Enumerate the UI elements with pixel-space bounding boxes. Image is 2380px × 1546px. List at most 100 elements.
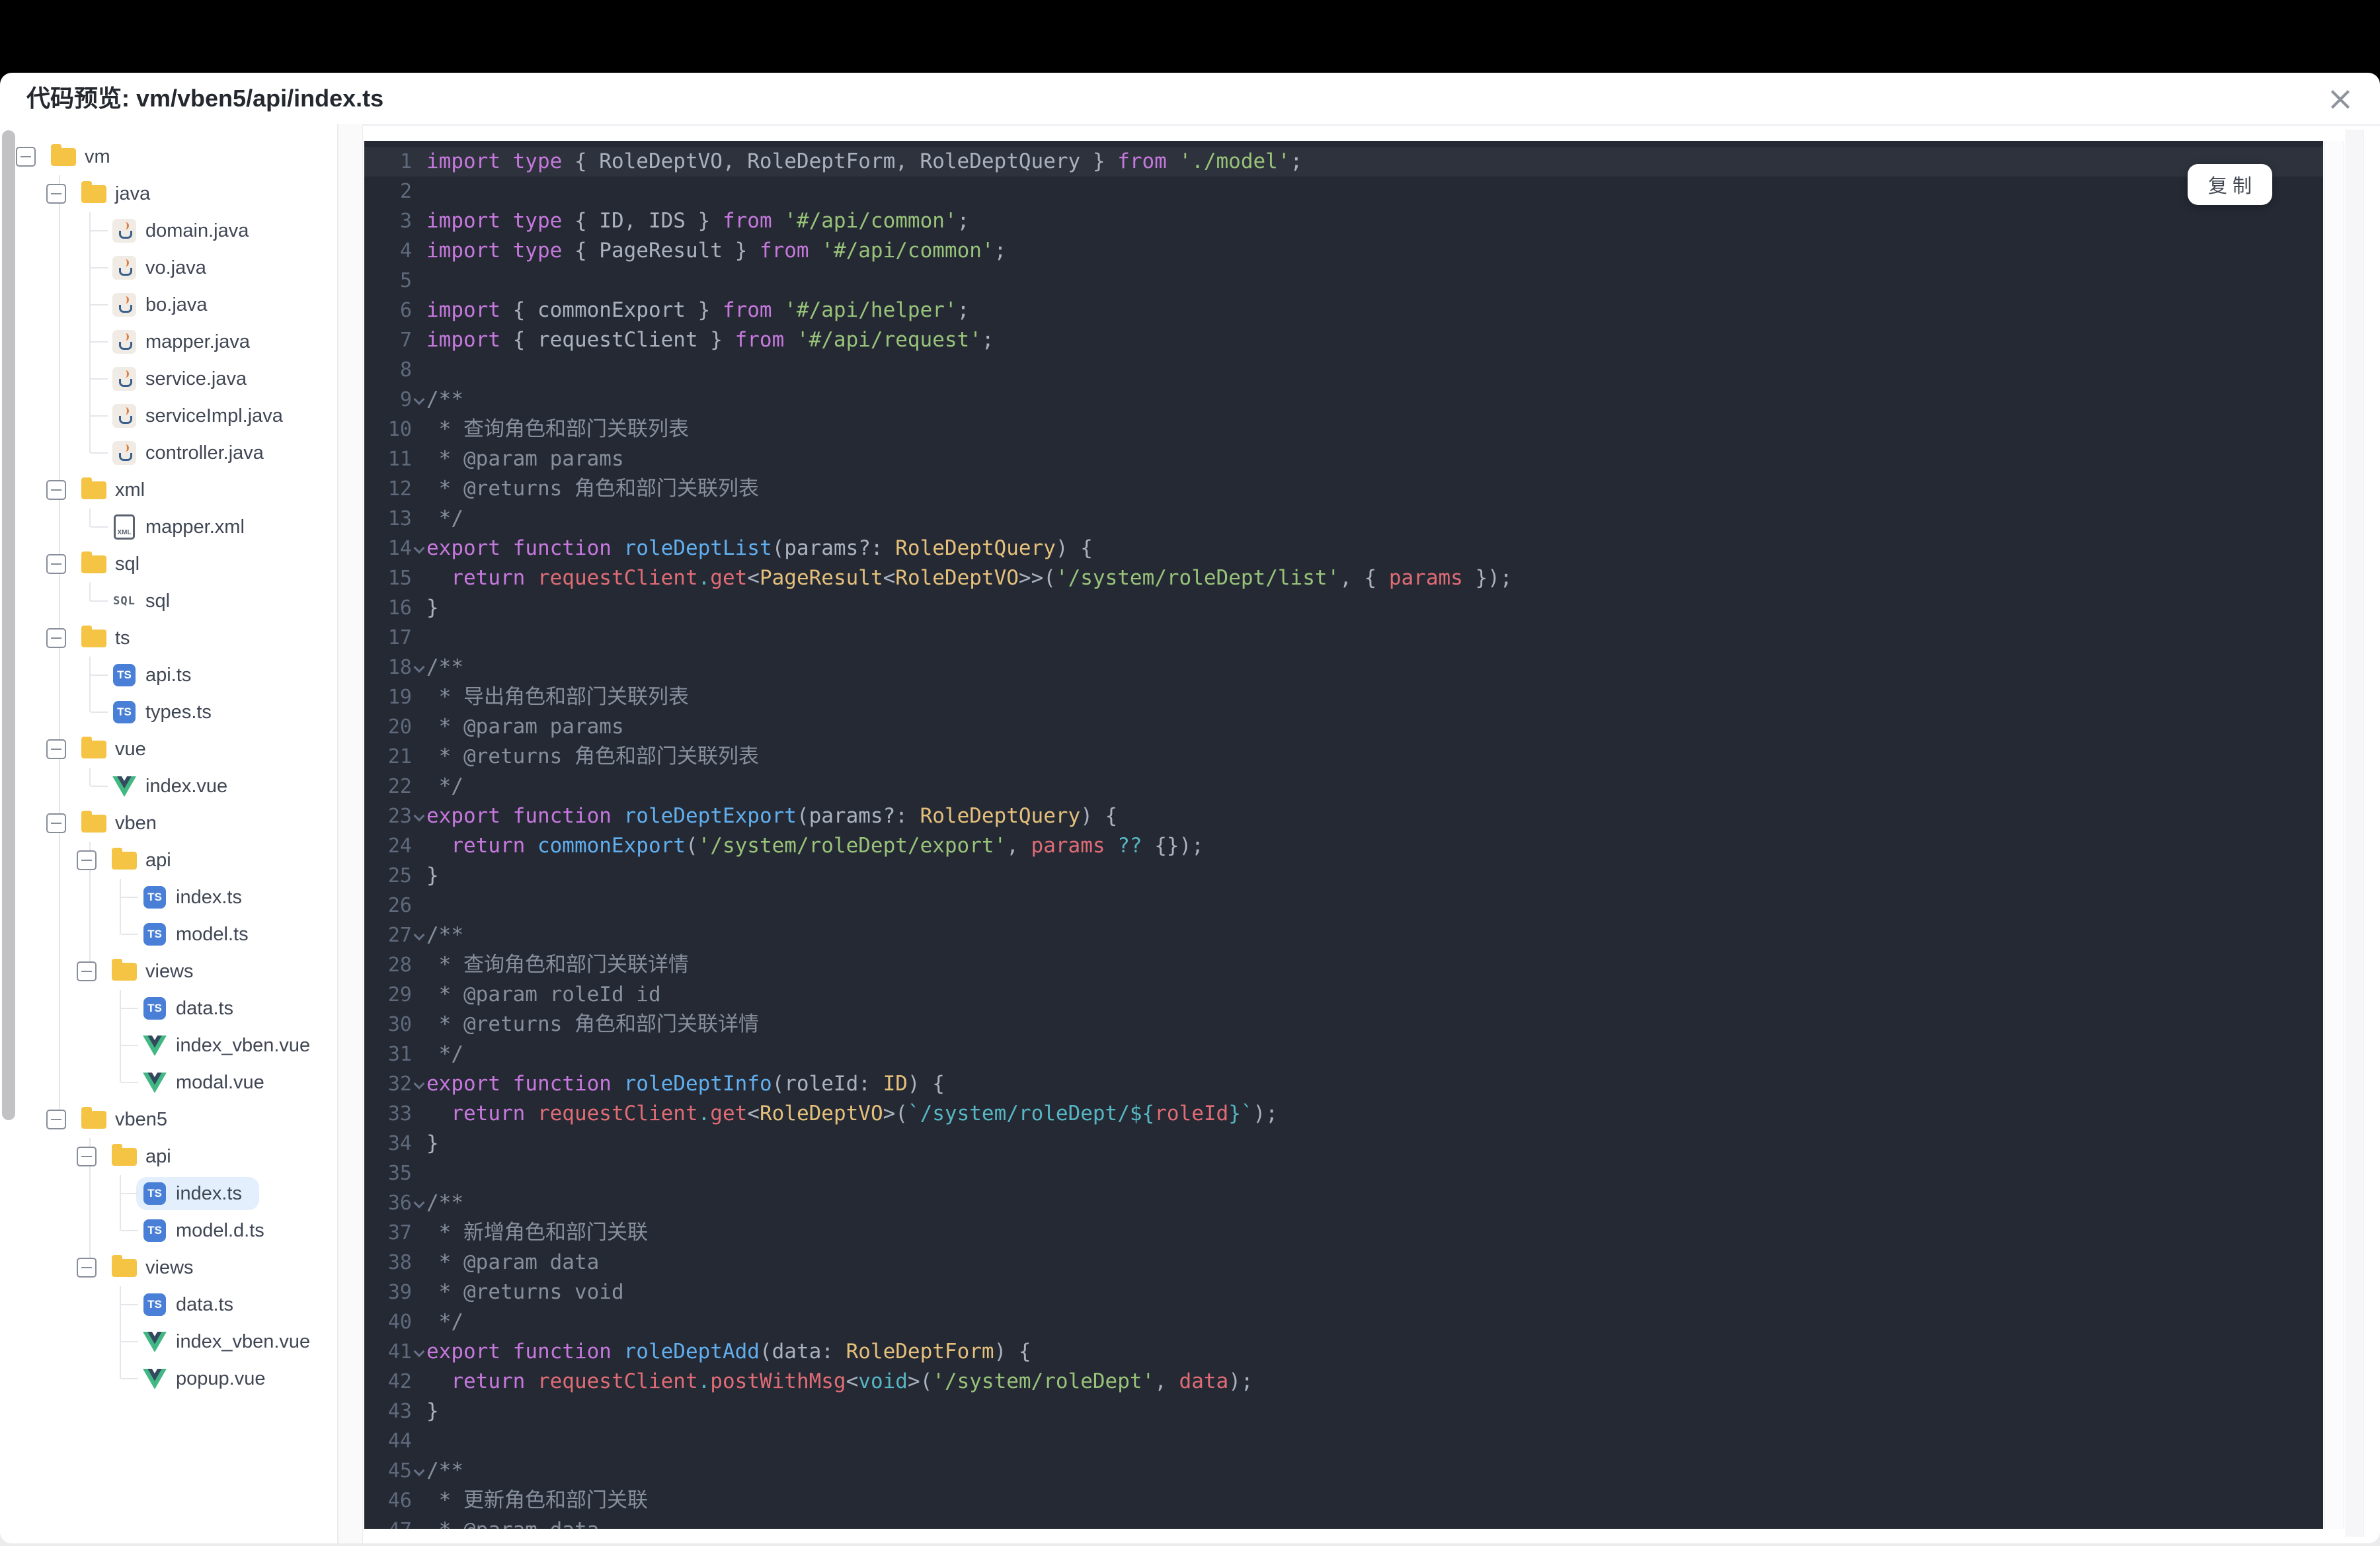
tree-item-controller.java[interactable]: controller.java xyxy=(0,434,337,471)
code-line: 33 return requestClient.get<RoleDeptVO>(… xyxy=(364,1099,2323,1129)
fold-chevron-icon[interactable] xyxy=(412,1337,426,1367)
tree-item-modal.vue[interactable]: modal.vue xyxy=(0,1064,337,1101)
line-number: 15 xyxy=(387,567,412,590)
tree-item-popup.vue[interactable]: popup.vue xyxy=(0,1360,337,1397)
code-line: 1 import type { RoleDeptVO, RoleDeptForm,… xyxy=(364,147,2323,177)
tree-item-model.d.ts[interactable]: TS model.d.ts xyxy=(0,1212,337,1249)
dialog-title: 代码预览: vm/vben5/api/index.ts xyxy=(26,85,384,112)
code-line: 13 */ xyxy=(364,504,2323,534)
java-file-icon xyxy=(111,367,138,391)
fold-chevron-icon[interactable] xyxy=(412,1456,426,1486)
code-line: 28 * 查询角色和部门关联详情 xyxy=(364,950,2323,980)
tree-item-model.ts[interactable]: TS model.ts xyxy=(0,916,337,953)
tree-item-api.ts[interactable]: TS api.ts xyxy=(0,657,337,694)
code-scrollbar[interactable] xyxy=(2324,141,2344,1529)
tree-item-sql[interactable]: SQL sql xyxy=(0,583,337,620)
tree-item-index.ts[interactable]: TS index.ts xyxy=(0,1175,337,1212)
code-text: /** xyxy=(426,1191,463,1215)
fold-gutter xyxy=(412,1248,426,1278)
code-scrollbar-thumb[interactable] xyxy=(2,130,15,1120)
tree-item-api[interactable]: api xyxy=(0,1138,337,1175)
tree-item-vo.java[interactable]: vo.java xyxy=(0,249,337,286)
line-number: 8 xyxy=(399,358,412,382)
fold-chevron-icon[interactable] xyxy=(412,653,426,682)
tree-item-views[interactable]: views xyxy=(0,1249,337,1286)
fold-chevron-icon[interactable] xyxy=(412,1069,426,1099)
tree-item-vben[interactable]: vben xyxy=(0,805,337,842)
tree-item-label: views xyxy=(145,960,194,982)
ts-file-icon: TS xyxy=(141,1182,168,1205)
collapse-icon[interactable] xyxy=(77,961,97,981)
tree-item-service.java[interactable]: service.java xyxy=(0,360,337,397)
tree-item-label: service.java xyxy=(145,368,247,389)
fold-chevron-icon[interactable] xyxy=(412,801,426,831)
tree-item-types.ts[interactable]: TS types.ts xyxy=(0,694,337,731)
code-preview-dialog: 代码预览: vm/vben5/api/index.ts × vm java doma… xyxy=(0,73,2380,1543)
code-text: * @param params xyxy=(426,715,624,739)
tree-item-data.ts[interactable]: TS data.ts xyxy=(0,990,337,1027)
fold-chevron-icon[interactable] xyxy=(412,534,426,563)
modal-scrollbar[interactable] xyxy=(2346,130,2364,1537)
fold-chevron-icon[interactable] xyxy=(412,385,426,415)
tree-item-api[interactable]: api xyxy=(0,842,337,879)
tree-item-views[interactable]: views xyxy=(0,953,337,990)
collapse-icon[interactable] xyxy=(46,813,66,833)
code-text: * @param params xyxy=(426,447,624,471)
code-text: * @returns 角色和部门关联列表 xyxy=(426,745,759,768)
tree-item-serviceImpl.java[interactable]: serviceImpl.java xyxy=(0,397,337,434)
line-number: 13 xyxy=(387,507,412,530)
tree-item-xml[interactable]: xml xyxy=(0,471,337,509)
tree-item-java[interactable]: java xyxy=(0,175,337,212)
tree-item-sql[interactable]: sql xyxy=(0,546,337,583)
code-line: 11 * @param params xyxy=(364,444,2323,474)
tree-item-vben5[interactable]: vben5 xyxy=(0,1101,337,1138)
tree-item-index_vben.vue[interactable]: index_vben.vue xyxy=(0,1027,337,1064)
tree-connector xyxy=(91,378,108,380)
tree-item-data.ts[interactable]: TS data.ts xyxy=(0,1286,337,1323)
collapse-icon[interactable] xyxy=(77,1258,97,1278)
collapse-icon[interactable] xyxy=(46,184,66,204)
code-text: * @param roleId id xyxy=(426,983,661,1006)
code-line: 32 export function roleDeptInfo(roleId: I… xyxy=(364,1069,2323,1099)
tree-connector xyxy=(91,786,108,787)
copy-button[interactable]: 复 制 xyxy=(2188,164,2272,205)
line-number: 32 xyxy=(387,1073,412,1096)
code-line: 4 import type { PageResult } from '#/api/… xyxy=(364,236,2323,266)
fold-gutter xyxy=(412,772,426,801)
tree-item-domain.java[interactable]: domain.java xyxy=(0,212,337,249)
fold-chevron-icon[interactable] xyxy=(412,920,426,950)
code-line: 26 xyxy=(364,891,2323,920)
tree-item-mapper.java[interactable]: mapper.java xyxy=(0,323,337,360)
tree-item-label: data.ts xyxy=(176,1293,234,1315)
close-icon[interactable]: × xyxy=(2314,73,2367,124)
tree-scrollbar[interactable] xyxy=(338,124,363,1543)
collapse-icon[interactable] xyxy=(46,739,66,759)
tree-item-index.vue[interactable]: index.vue xyxy=(0,768,337,805)
collapse-icon[interactable] xyxy=(46,1110,66,1129)
collapse-icon[interactable] xyxy=(46,480,66,500)
collapse-icon[interactable] xyxy=(16,147,36,167)
collapse-icon[interactable] xyxy=(77,1147,97,1166)
folder-icon xyxy=(111,958,138,981)
line-number: 7 xyxy=(399,329,412,352)
xml-file-icon: XML xyxy=(111,514,138,540)
tree-item-vue[interactable]: vue xyxy=(0,731,337,768)
tree-item-label: data.ts xyxy=(176,997,234,1019)
code-line: 18 /** xyxy=(364,653,2323,682)
tree-item-vm[interactable]: vm xyxy=(0,138,337,175)
fold-chevron-icon[interactable] xyxy=(412,1188,426,1218)
tree-item-index.ts[interactable]: TS index.ts xyxy=(0,879,337,916)
collapse-icon[interactable] xyxy=(46,554,66,574)
code-text: * @returns void xyxy=(426,1280,624,1304)
tree-item-mapper.xml[interactable]: XML mapper.xml xyxy=(0,509,337,546)
collapse-icon[interactable] xyxy=(46,628,66,648)
fold-gutter xyxy=(412,1486,426,1516)
tree-item-label: views xyxy=(145,1256,194,1278)
tree-item-label: model.ts xyxy=(176,923,249,945)
collapse-icon[interactable] xyxy=(77,850,97,870)
tree-item-ts[interactable]: ts xyxy=(0,620,337,657)
ts-file-icon: TS xyxy=(111,664,138,686)
tree-item-bo.java[interactable]: bo.java xyxy=(0,286,337,323)
tree-connector xyxy=(91,452,108,454)
tree-item-index_vben.vue[interactable]: index_vben.vue xyxy=(0,1323,337,1360)
